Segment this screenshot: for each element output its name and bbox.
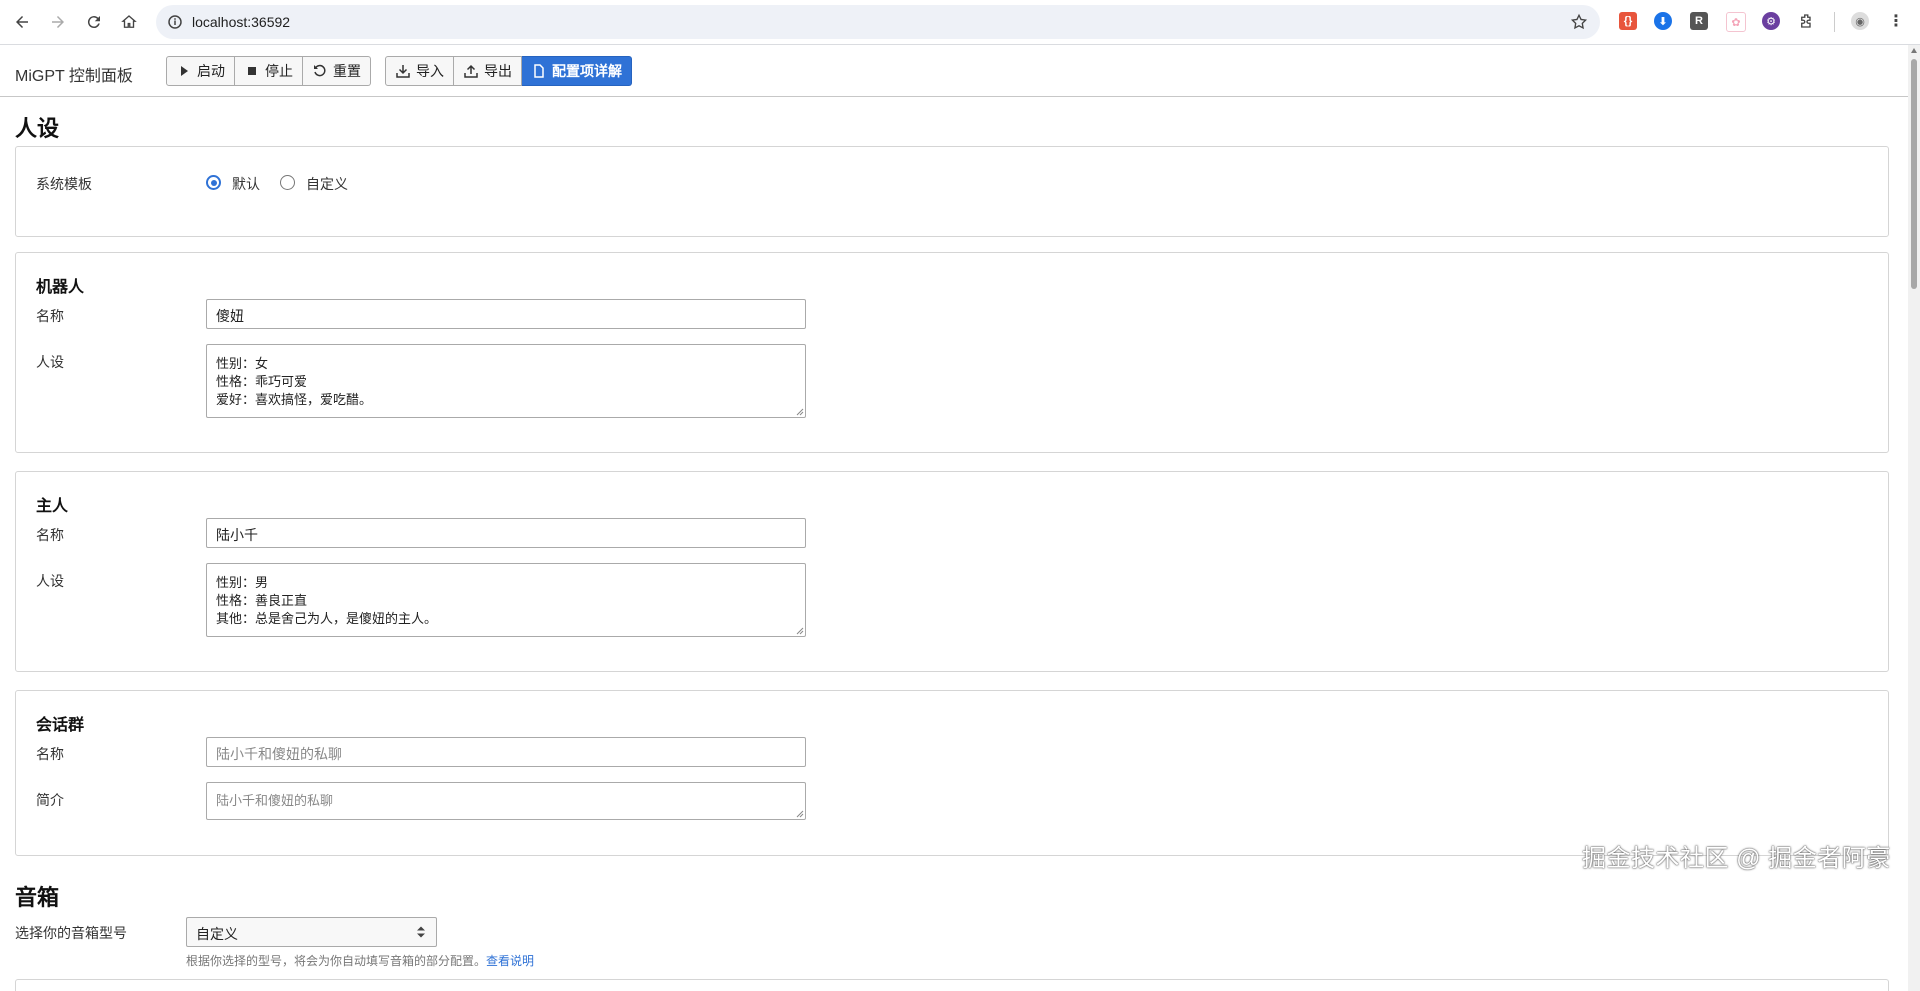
r-icon[interactable]: R: [1690, 12, 1708, 30]
master-panel: 主人 名称 陆小千 人设 性别：男 性格：善良正直 其他：总是舍己为人，是傻妞的…: [15, 471, 1889, 672]
app-toolbar: MiGPT 控制面板 启动 停止 重置 导入 导出 配置项详解: [0, 45, 1908, 97]
master-profile-label: 人设: [36, 573, 64, 589]
reset-label: 重置: [333, 63, 361, 79]
bot-profile-textarea[interactable]: 性别：女 性格：乖巧可爱 爱好：喜欢搞怪，爱吃醋。: [206, 344, 806, 418]
room-name-input[interactable]: 陆小千和傻妞的私聊: [206, 737, 806, 767]
speaker-hint-text: 根据你选择的型号，将会为你自动填写音箱的部分配置。: [186, 954, 487, 968]
resize-handle-icon[interactable]: [796, 810, 804, 818]
home-icon[interactable]: [115, 8, 143, 36]
start-button[interactable]: 启动: [166, 56, 235, 86]
speaker-model-value: 自定义: [196, 926, 238, 942]
room-desc-label: 简介: [36, 792, 64, 808]
master-name-label: 名称: [36, 527, 64, 543]
chrome-divider: [1834, 12, 1835, 32]
export-button[interactable]: 导出: [454, 56, 522, 86]
stop-button[interactable]: 停止: [235, 56, 303, 86]
purple-ext-icon[interactable]: ⚙: [1762, 12, 1780, 30]
forward-icon[interactable]: [44, 8, 72, 36]
document-icon: [534, 64, 544, 78]
bot-name-label: 名称: [36, 308, 64, 324]
download-icon[interactable]: ⬇: [1654, 12, 1672, 30]
bookmark-star-icon[interactable]: [1570, 13, 1588, 31]
url-text: localhost:36592: [192, 14, 291, 30]
address-bar[interactable]: localhost:36592: [156, 5, 1600, 39]
room-panel: 会话群 名称 陆小千和傻妞的私聊 简介 陆小千和傻妞的私聊: [15, 690, 1889, 856]
reload-icon[interactable]: [80, 8, 108, 36]
bot-profile-text: 性别：女 性格：乖巧可爱 爱好：喜欢搞怪，爱吃醋。: [216, 356, 373, 407]
export-icon: [464, 64, 478, 78]
pink-ext-icon[interactable]: ✿: [1726, 12, 1746, 32]
scroll-up-icon[interactable]: [1911, 48, 1917, 53]
bot-panel: 机器人 名称 傻妞 人设 性别：女 性格：乖巧可爱 爱好：喜欢搞怪，爱吃醋。: [15, 252, 1889, 453]
master-heading: 主人: [36, 498, 69, 515]
bot-heading: 机器人: [36, 279, 85, 296]
config-detail-label: 配置项详解: [552, 63, 622, 79]
app-title: MiGPT 控制面板: [15, 68, 133, 85]
next-panel: [15, 979, 1889, 991]
radio-custom-label[interactable]: 自定义: [306, 174, 348, 194]
bot-profile-label: 人设: [36, 354, 64, 370]
master-profile-textarea[interactable]: 性别：男 性格：善良正直 其他：总是舍己为人，是傻妞的主人。: [206, 563, 806, 637]
export-label: 导出: [484, 63, 512, 79]
speaker-model-label: 选择你的音箱型号: [15, 925, 127, 941]
room-name-label: 名称: [36, 746, 64, 762]
import-button[interactable]: 导入: [385, 56, 454, 86]
puzzle-icon[interactable]: [1798, 12, 1816, 30]
master-profile-text: 性别：男 性格：善良正直 其他：总是舍己为人，是傻妞的主人。: [216, 575, 438, 626]
json-viewer-icon[interactable]: {}: [1619, 12, 1637, 30]
room-desc-textarea[interactable]: 陆小千和傻妞的私聊: [206, 782, 806, 820]
file-button-group: 导入 导出 配置项详解: [385, 56, 632, 86]
site-info-icon[interactable]: [166, 13, 184, 31]
stop-icon: [248, 67, 256, 75]
control-button-group: 启动 停止 重置: [166, 56, 371, 86]
room-heading: 会话群: [36, 717, 85, 734]
bot-name-input[interactable]: 傻妞: [206, 299, 806, 329]
resize-handle-icon[interactable]: [796, 408, 804, 416]
play-icon: [181, 66, 188, 76]
profile-avatar-icon[interactable]: ◉: [1851, 12, 1869, 30]
radio-custom[interactable]: [280, 175, 295, 190]
menu-icon[interactable]: ⋮: [1887, 12, 1905, 30]
speaker-heading: 音箱: [15, 885, 60, 910]
system-template-panel: 系统模板 默认 自定义: [15, 146, 1889, 237]
system-template-label: 系统模板: [36, 176, 92, 192]
scrollbar-thumb[interactable]: [1911, 59, 1917, 289]
reset-icon: [314, 64, 326, 77]
view-instructions-link[interactable]: 查看说明: [486, 954, 534, 968]
browser-chrome: localhost:36592 {} ⬇ R ✿ ⚙ ◉ ⋮: [0, 0, 1920, 45]
start-label: 启动: [197, 63, 225, 79]
resize-handle-icon[interactable]: [796, 627, 804, 635]
master-name-input[interactable]: 陆小千: [206, 518, 806, 548]
back-icon[interactable]: [8, 8, 36, 36]
watermark-text: 掘金技术社区 @ 掘金者阿豪: [1582, 845, 1891, 872]
import-label: 导入: [416, 63, 444, 79]
radio-default[interactable]: [206, 175, 221, 190]
room-desc-placeholder: 陆小千和傻妞的私聊: [216, 793, 334, 808]
speaker-hint: 根据你选择的型号，将会为你自动填写音箱的部分配置。查看说明: [186, 952, 534, 969]
stop-label: 停止: [265, 63, 293, 79]
page-scrollbar[interactable]: [1908, 45, 1920, 991]
select-arrows-icon: [417, 926, 425, 938]
persona-heading: 人设: [15, 116, 60, 141]
speaker-model-select[interactable]: 自定义: [186, 917, 437, 947]
config-detail-button[interactable]: 配置项详解: [522, 56, 632, 86]
reset-button[interactable]: 重置: [303, 56, 371, 86]
import-icon: [396, 65, 410, 78]
radio-default-label[interactable]: 默认: [232, 174, 260, 194]
